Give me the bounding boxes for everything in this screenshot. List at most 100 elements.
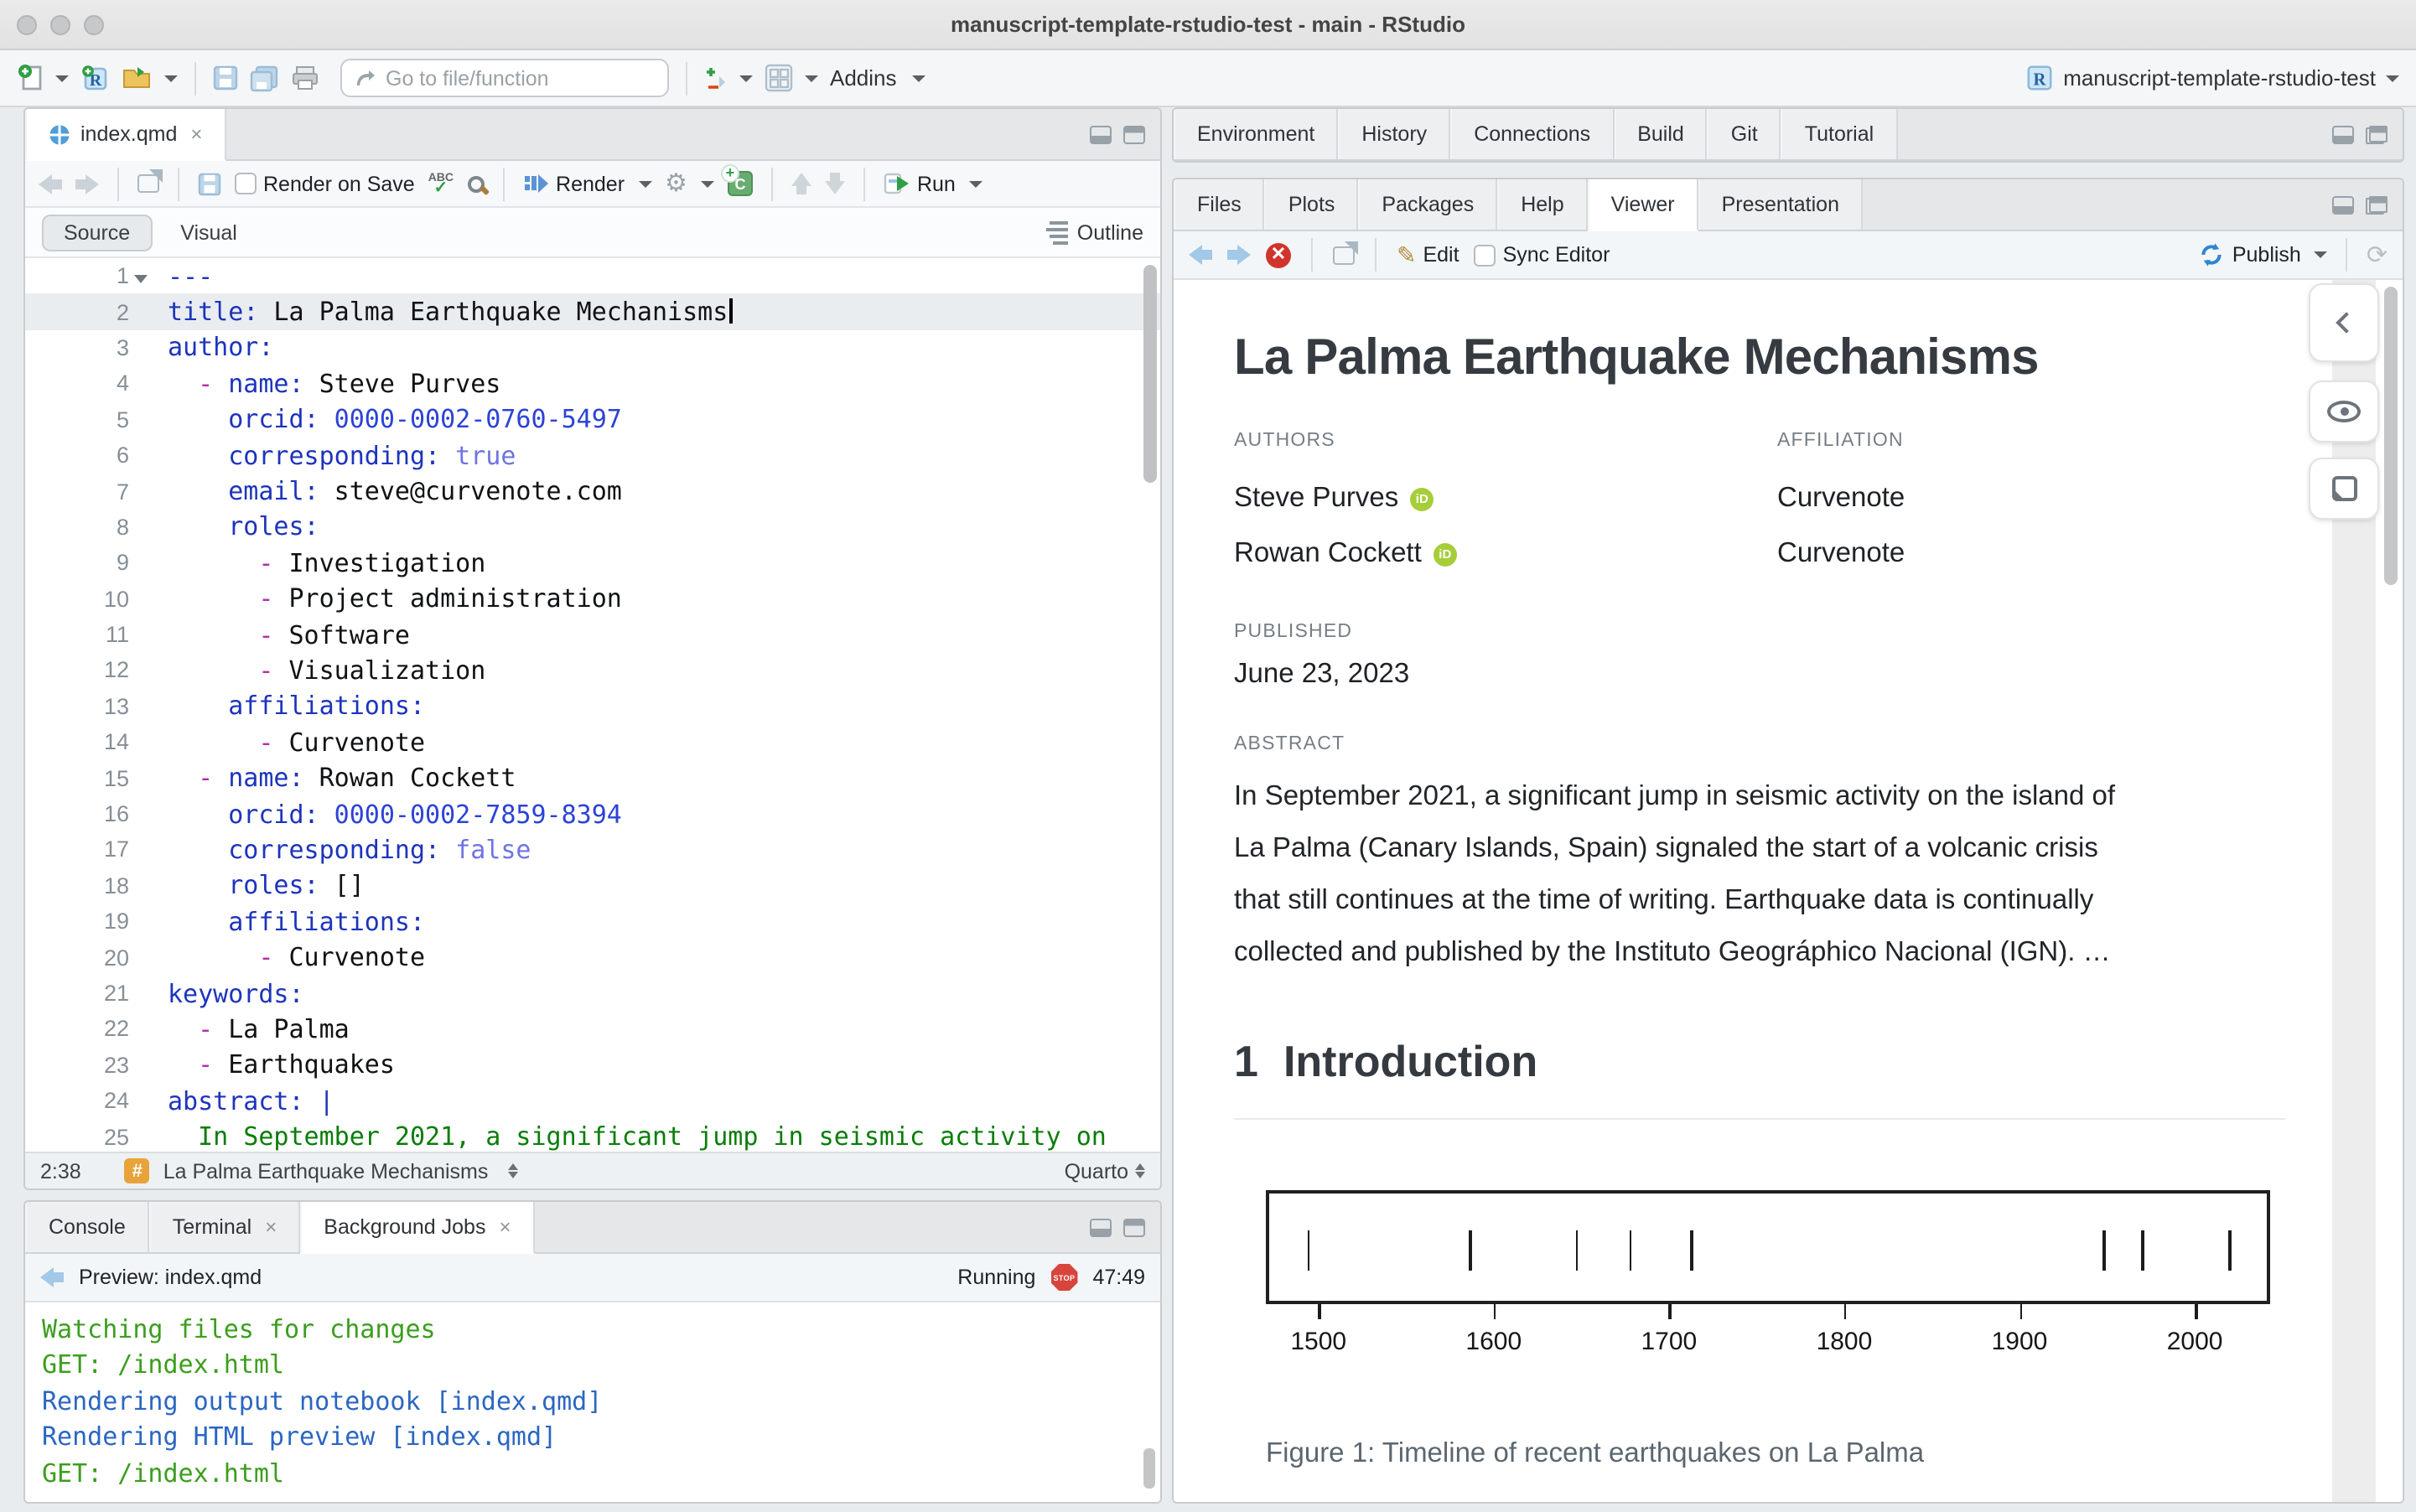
- tab-terminal[interactable]: Terminal×: [149, 1202, 301, 1252]
- code-text: - Curvenote: [129, 942, 425, 972]
- spellcheck-icon[interactable]: ABC✓: [428, 173, 454, 194]
- minimize-pane-icon[interactable]: [1090, 125, 1112, 143]
- tab-help[interactable]: Help: [1497, 179, 1587, 230]
- minimize-pane-icon[interactable]: [2332, 195, 2354, 214]
- restore-pane-icon[interactable]: [2366, 195, 2387, 214]
- sync-editor-checkbox[interactable]: Sync Editor: [1475, 243, 1610, 267]
- affiliations-column: CurvenoteCurvenote: [1777, 471, 2285, 582]
- svg-text:R: R: [2033, 70, 2046, 90]
- tab-plots[interactable]: Plots: [1265, 179, 1359, 230]
- tab-index-qmd[interactable]: index.qmd ×: [25, 109, 226, 161]
- render-on-save-checkbox[interactable]: Render on Save: [235, 172, 415, 195]
- tab-console[interactable]: Console: [25, 1202, 149, 1252]
- section-selector[interactable]: La Palma Earthquake Mechanisms: [163, 1159, 489, 1183]
- code-editor[interactable]: 1---2title: La Palma Earthquake Mechanis…: [25, 258, 1160, 1152]
- render-caret-icon[interactable]: [638, 180, 651, 187]
- close-tab-icon[interactable]: ×: [190, 122, 202, 146]
- code-token: Project administration: [273, 583, 621, 614]
- abstract-line: collected and published by the Instituto…: [1234, 927, 2285, 979]
- insert-chunk-icon[interactable]: C: [728, 171, 753, 196]
- source-mode-button[interactable]: Source: [42, 214, 152, 251]
- line-number: 18: [25, 873, 129, 898]
- code-text: corresponding: true: [129, 440, 516, 470]
- forward-icon[interactable]: [75, 173, 99, 194]
- run-next-icon[interactable]: [825, 173, 845, 194]
- section-selector-arrows-icon[interactable]: [508, 1163, 518, 1178]
- print-icon[interactable]: [292, 65, 319, 91]
- stop-job-icon[interactable]: STOP: [1050, 1264, 1077, 1291]
- publish-caret-icon[interactable]: [2315, 251, 2328, 258]
- pane-layout-button[interactable]: [765, 64, 818, 92]
- collapse-margin-button[interactable]: [2309, 283, 2379, 362]
- tab-connections[interactable]: Connections: [1450, 109, 1614, 159]
- code-token: Curvenote: [273, 728, 425, 758]
- annotation-button[interactable]: [2309, 458, 2379, 520]
- job-output[interactable]: Watching files for changesGET: /index.ht…: [25, 1302, 1160, 1502]
- new-file-button[interactable]: [17, 64, 69, 92]
- visibility-button[interactable]: [2309, 381, 2379, 443]
- version-control-button[interactable]: [704, 63, 753, 93]
- back-icon[interactable]: [39, 173, 62, 194]
- abstract-line: that still continues at the time of writ…: [1234, 875, 2285, 927]
- close-tab-icon[interactable]: ×: [499, 1215, 511, 1239]
- editor-scrollbar[interactable]: [1143, 265, 1157, 483]
- project-menu[interactable]: R manuscript-template-rstudio-test: [2025, 64, 2399, 92]
- clear-viewer-icon[interactable]: ✕: [1266, 242, 1291, 267]
- find-replace-icon[interactable]: [467, 175, 484, 192]
- tab-build[interactable]: Build: [1614, 109, 1708, 159]
- maximize-pane-icon[interactable]: [1123, 1218, 1145, 1236]
- gear-icon[interactable]: ⚙: [665, 171, 687, 196]
- tab-files[interactable]: Files: [1174, 179, 1265, 230]
- goto-file-search[interactable]: [340, 59, 669, 97]
- gear-caret-icon[interactable]: [701, 180, 714, 187]
- tab-git[interactable]: Git: [1708, 109, 1781, 159]
- save-icon[interactable]: [213, 65, 238, 91]
- restore-pane-icon[interactable]: [2366, 125, 2387, 143]
- tab-environment[interactable]: Environment: [1174, 109, 1338, 159]
- code-token: steve@curvenote.com: [319, 476, 622, 506]
- viewer-forward-icon[interactable]: [1227, 245, 1251, 265]
- render-button[interactable]: Render: [522, 172, 625, 195]
- fold-caret-icon[interactable]: [134, 275, 148, 283]
- editor-tab-label: index.qmd: [80, 122, 177, 146]
- goto-file-input[interactable]: [386, 66, 637, 90]
- edit-button[interactable]: ✎ Edit: [1397, 243, 1459, 267]
- file-type-selector[interactable]: Quarto: [1065, 1159, 1145, 1183]
- open-file-button[interactable]: [122, 65, 178, 91]
- outline-button[interactable]: Outline: [1047, 220, 1143, 244]
- maximize-pane-icon[interactable]: [1123, 125, 1145, 143]
- save-all-icon[interactable]: [250, 65, 280, 91]
- code-line: 12 - Visualization: [25, 653, 1160, 689]
- refresh-icon[interactable]: ⟳: [2367, 242, 2387, 267]
- tab-tutorial[interactable]: Tutorial: [1781, 109, 1897, 159]
- addins-menu[interactable]: Addins: [830, 65, 925, 91]
- visual-mode-button[interactable]: Visual: [158, 214, 259, 251]
- popout-window-icon[interactable]: [137, 174, 159, 193]
- tab-history[interactable]: History: [1338, 109, 1450, 159]
- open-in-browser-icon[interactable]: [1333, 246, 1355, 264]
- code-line: 25 In September 2021, a significant jump…: [25, 1119, 1160, 1152]
- environment-pane: EnvironmentHistoryConnectionsBuildGitTut…: [1172, 107, 2404, 163]
- publish-button[interactable]: Publish: [2199, 241, 2301, 268]
- tab-packages[interactable]: Packages: [1358, 179, 1497, 230]
- frontmatter-grid: AUTHORS AFFILIATION Steve PurvesiDRowan …: [1234, 431, 2285, 582]
- tab-presentation[interactable]: Presentation: [1698, 179, 1863, 230]
- run-caret-icon[interactable]: [969, 180, 982, 187]
- job-back-icon[interactable]: [40, 1267, 64, 1287]
- run-previous-icon[interactable]: [791, 173, 811, 194]
- tab-viewer[interactable]: Viewer: [1588, 179, 1698, 231]
- tab-background-jobs[interactable]: Background Jobs×: [300, 1202, 534, 1254]
- minimize-pane-icon[interactable]: [2332, 125, 2354, 143]
- orcid-icon[interactable]: iD: [1410, 487, 1434, 510]
- run-button[interactable]: Run: [884, 172, 956, 195]
- code-line: 23 - Earthquakes: [25, 1047, 1160, 1083]
- close-tab-icon[interactable]: ×: [265, 1215, 277, 1239]
- code-line: 14 - Curvenote: [25, 724, 1160, 760]
- viewer-back-icon[interactable]: [1189, 245, 1212, 265]
- new-project-button[interactable]: R: [80, 63, 111, 93]
- console-scrollbar[interactable]: [1143, 1448, 1155, 1489]
- viewer-scrollbar[interactable]: [2384, 287, 2398, 585]
- minimize-pane-icon[interactable]: [1090, 1218, 1112, 1236]
- save-document-icon[interactable]: [198, 172, 221, 195]
- orcid-icon[interactable]: iD: [1434, 542, 1457, 566]
